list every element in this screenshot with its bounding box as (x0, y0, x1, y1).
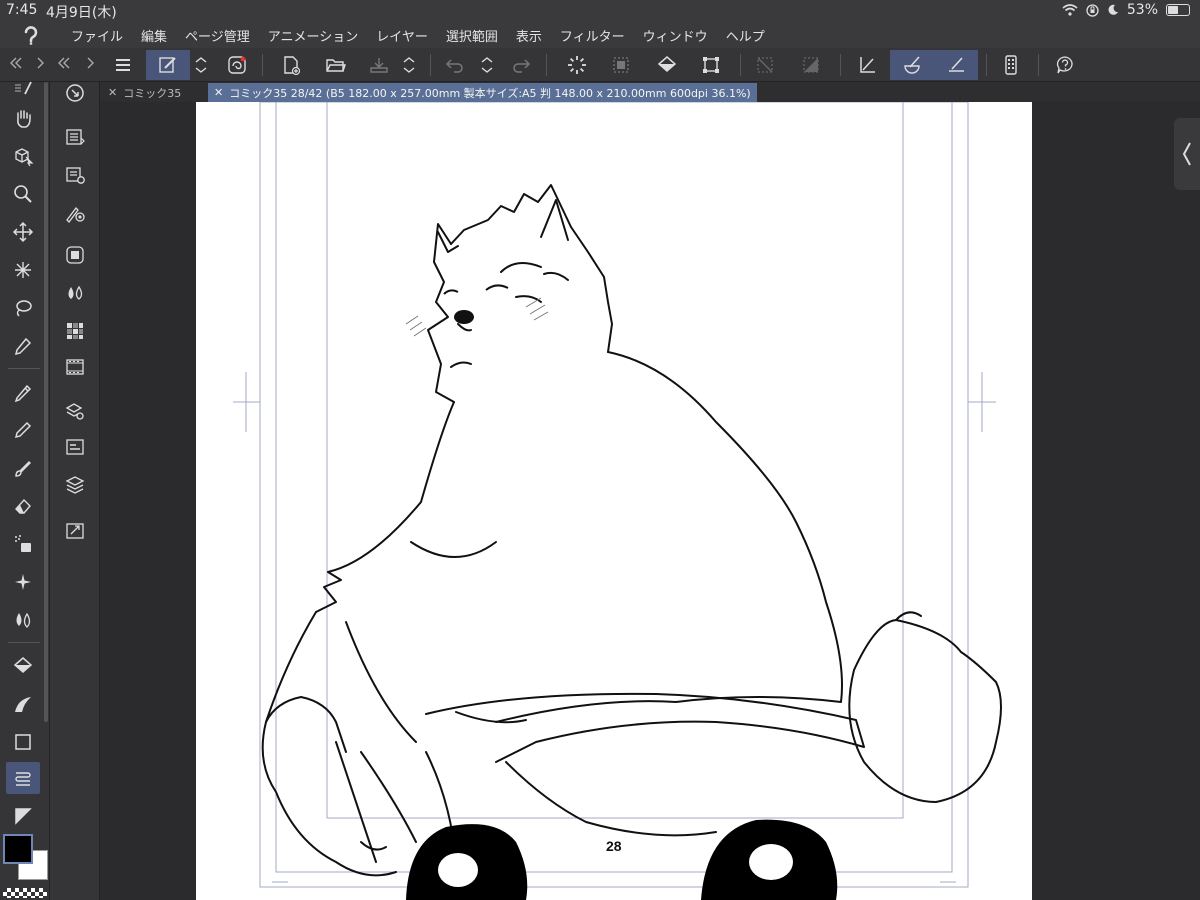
document-tab-bar: ✕ コミック35 ✕ コミック35 28/42 (B5 182.00 x 257… (100, 82, 1200, 102)
move-icon[interactable] (6, 216, 40, 248)
tab-comic-35-page-28[interactable]: ✕ コミック35 28/42 (B5 182.00 x 257.00mm 製本サ… (208, 83, 757, 102)
status-bar: 7:45 4月9日(木) 53% (0, 0, 1200, 22)
approximate-color-icon[interactable] (60, 278, 90, 308)
snap-to-grid-button[interactable] (934, 50, 978, 80)
gradient-icon[interactable] (6, 688, 40, 720)
fill-bucket-icon[interactable] (652, 50, 682, 80)
selection-icon[interactable] (606, 50, 636, 80)
new-file-icon[interactable] (276, 50, 306, 80)
battery-icon (1166, 4, 1190, 16)
navigator-icon[interactable] (60, 78, 90, 108)
page-number: 28 (606, 838, 622, 854)
command-bar (0, 48, 1200, 82)
chevron-updown-icon[interactable] (398, 50, 420, 80)
menu-page-management[interactable]: ページ管理 (176, 26, 259, 45)
tab-comic-35[interactable]: ✕ コミック35 (102, 83, 187, 102)
snap-to-special-ruler-button[interactable] (890, 50, 934, 80)
clip-studio-logo-icon[interactable] (0, 22, 62, 48)
line-art-drawing (233, 102, 1002, 900)
blend-icon[interactable] (6, 604, 40, 636)
menu-bar: ファイル 編集 ページ管理 アニメーション レイヤー 選択範囲 表示 フィルター… (0, 22, 1200, 48)
eyedropper-icon[interactable] (6, 330, 40, 362)
menu-window[interactable]: ウィンドウ (634, 26, 717, 45)
undo-icon[interactable] (440, 50, 470, 80)
device-icon[interactable] (996, 50, 1026, 80)
status-time: 7:45 (6, 2, 38, 18)
chevron-updown-icon[interactable] (476, 50, 498, 80)
clip-studio-services-icon[interactable] (222, 50, 252, 80)
brush-icon[interactable] (6, 452, 40, 484)
tab-label: コミック35 28/42 (B5 182.00 x 257.00mm 製本サイズ… (229, 86, 751, 100)
pencil-icon[interactable] (6, 414, 40, 446)
hand-icon[interactable] (6, 102, 40, 134)
decoration-icon[interactable] (6, 566, 40, 598)
timeline-icon[interactable] (60, 352, 90, 382)
menu-layer[interactable]: レイヤー (367, 26, 437, 45)
ruler-snap-icon[interactable] (852, 50, 882, 80)
battery-percent: 53% (1126, 2, 1158, 18)
layer-icon[interactable] (60, 470, 90, 500)
color-set-icon[interactable] (60, 316, 90, 346)
ruler-icon[interactable] (6, 762, 40, 794)
layer-search-icon[interactable] (60, 432, 90, 462)
tool-palette-scrollbar[interactable] (44, 82, 48, 722)
palette-bar (50, 82, 100, 900)
chevron-left-icon[interactable] (1174, 118, 1200, 190)
menu-file[interactable]: ファイル (62, 26, 132, 45)
lasso-icon[interactable] (6, 292, 40, 324)
brush-size-icon[interactable] (60, 198, 90, 228)
auto-select-icon[interactable] (6, 254, 40, 286)
loading-icon[interactable] (562, 50, 592, 80)
clear-selection-icon[interactable] (750, 50, 780, 80)
tool-property-icon[interactable] (60, 160, 90, 190)
object-icon[interactable] (6, 140, 40, 172)
menu-edit[interactable]: 編集 (132, 26, 176, 45)
edit-mode-button[interactable] (146, 50, 190, 80)
layer-property-icon[interactable] (60, 396, 90, 426)
collapse-right-icon[interactable] (30, 52, 52, 74)
zoom-icon[interactable] (6, 178, 40, 210)
menu-animation[interactable]: アニメーション (259, 26, 367, 45)
moon-icon (1108, 4, 1118, 15)
wifi-icon (1062, 4, 1078, 16)
airbrush-icon[interactable] (6, 528, 40, 560)
redo-icon[interactable] (506, 50, 536, 80)
main-color-swatch[interactable] (3, 834, 33, 864)
canvas-area[interactable]: 28 (100, 102, 1200, 900)
tool-palette (0, 81, 50, 900)
color-indicator (0, 830, 50, 900)
close-icon[interactable]: ✕ (108, 86, 117, 99)
sub-tool-icon[interactable] (60, 122, 90, 152)
open-folder-icon[interactable] (320, 50, 350, 80)
menu-view[interactable]: 表示 (507, 26, 551, 45)
invert-selection-icon[interactable] (796, 50, 826, 80)
tool-palette-header-icon[interactable] (6, 78, 40, 98)
fill-icon[interactable] (6, 650, 40, 682)
tab-label: コミック35 (123, 86, 182, 100)
menu-filter[interactable]: フィルター (551, 26, 634, 45)
figure-icon[interactable] (6, 726, 40, 758)
save-icon[interactable] (364, 50, 394, 80)
collapse-right-icon-2[interactable] (80, 52, 102, 74)
frame-border-icon[interactable] (6, 800, 40, 832)
menu-help[interactable]: ヘルプ (717, 26, 774, 45)
help-icon[interactable] (1050, 50, 1080, 80)
chevron-updown-icon[interactable] (190, 50, 212, 80)
material-icon[interactable] (60, 516, 90, 546)
pen-icon[interactable] (6, 376, 40, 408)
menu-selection[interactable]: 選択範囲 (437, 26, 507, 45)
transparent-color-swatch[interactable] (3, 888, 47, 898)
collapse-left-icon-2[interactable] (54, 52, 76, 74)
color-wheel-icon[interactable] (60, 240, 90, 270)
hamburger-icon[interactable] (108, 50, 138, 80)
collapse-left-icon[interactable] (4, 52, 26, 74)
transform-icon[interactable] (696, 50, 726, 80)
canvas-page[interactable]: 28 (196, 102, 1032, 900)
orientation-lock-icon (1086, 3, 1099, 17)
status-date: 4月9日(木) (46, 5, 117, 21)
close-icon[interactable]: ✕ (214, 86, 223, 99)
eraser-icon[interactable] (6, 490, 40, 522)
